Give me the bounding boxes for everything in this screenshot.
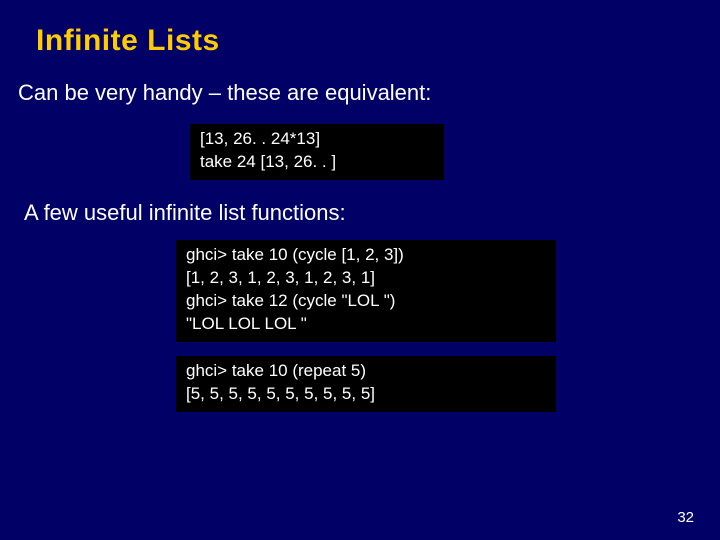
paragraph-functions: A few useful infinite list functions: xyxy=(24,200,702,226)
code-block-repeat: ghci> take 10 (repeat 5) [5, 5, 5, 5, 5,… xyxy=(176,356,556,412)
code-block-equivalent: [13, 26. . 24*13] take 24 [13, 26. . ] xyxy=(190,124,444,180)
code-block-cycle: ghci> take 10 (cycle [1, 2, 3]) [1, 2, 3… xyxy=(176,240,556,342)
slide: Infinite Lists Can be very handy – these… xyxy=(0,0,720,540)
slide-title: Infinite Lists xyxy=(36,24,702,58)
paragraph-equivalent: Can be very handy – these are equivalent… xyxy=(18,80,702,106)
page-number: 32 xyxy=(677,509,694,526)
